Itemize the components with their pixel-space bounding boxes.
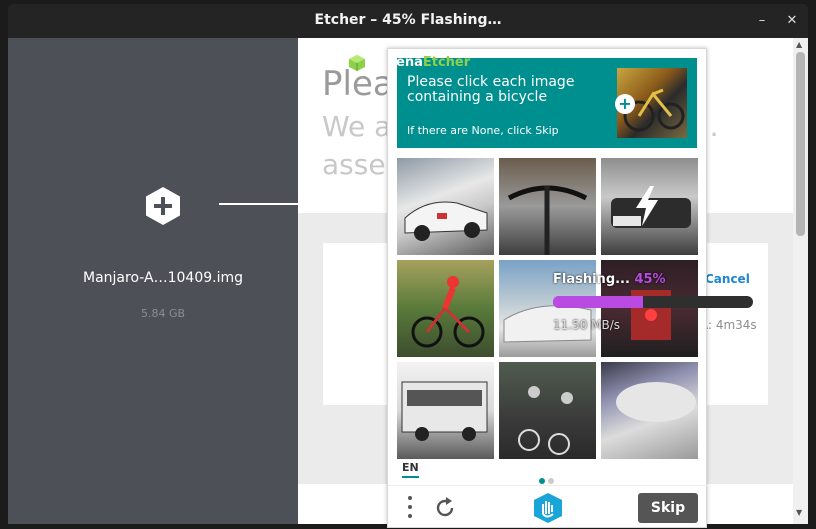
brand-label: enaEtcher xyxy=(396,55,470,70)
plus-hex-icon[interactable] xyxy=(143,186,183,226)
captcha-tile[interactable] xyxy=(397,158,494,255)
lightning-icon xyxy=(636,186,658,226)
vertical-dots-icon[interactable] xyxy=(408,496,412,520)
add-icon[interactable]: + xyxy=(615,94,635,114)
flash-status: Flashing... 45% xyxy=(553,272,666,287)
flash-status-text: Flashing... xyxy=(553,272,630,287)
captcha-tile[interactable] xyxy=(397,362,494,459)
captcha-prompt: Please click each image containing a bic… xyxy=(407,74,575,105)
scroll-up-icon[interactable]: ▲ xyxy=(796,40,802,49)
page-dot-active xyxy=(539,478,545,484)
page-dot xyxy=(548,478,554,484)
image-pane: Manjaro-A…10409.img 5.84 GB xyxy=(8,38,299,524)
cyclists-group-image xyxy=(518,386,573,455)
car-hood-image xyxy=(616,382,696,422)
subheading-start: We a xyxy=(322,110,392,143)
scrollbar-thumb[interactable] xyxy=(796,52,805,236)
flash-speed: 11.50 MB/s xyxy=(553,318,621,332)
refresh-icon[interactable] xyxy=(433,496,457,520)
flash-progress-fill xyxy=(553,296,643,308)
scrollbar[interactable]: ▲ ▼ xyxy=(793,38,808,524)
race-car-image xyxy=(404,201,488,241)
brand-prefix: ena xyxy=(396,55,423,70)
minimize-button[interactable]: – xyxy=(752,11,772,31)
bus-image xyxy=(401,381,488,441)
skip-button[interactable]: Skip xyxy=(638,493,698,523)
hand-icon[interactable] xyxy=(531,492,565,524)
captcha-footer: Skip xyxy=(388,485,708,529)
captcha-hint: If there are None, click Skip xyxy=(407,124,559,137)
image-size: 5.84 GB xyxy=(140,307,186,320)
cancel-button[interactable]: Cancel xyxy=(705,272,750,286)
handlebar-image xyxy=(507,185,588,255)
cube-icon xyxy=(349,55,365,71)
step-connector xyxy=(219,203,299,205)
image-name: Manjaro-A…10409.img xyxy=(83,270,243,286)
flash-percent: 45% xyxy=(634,272,666,287)
scroll-down-icon[interactable]: ▼ xyxy=(796,508,802,517)
title-bar: Etcher – 45% Flashing… – ✕ xyxy=(8,4,808,38)
captcha-tile[interactable] xyxy=(397,260,494,357)
language-selector[interactable]: EN xyxy=(402,461,419,478)
captcha-tile[interactable] xyxy=(499,158,596,255)
cyclist-image xyxy=(411,276,485,348)
captcha-dialog: Please click each image containing a bic… xyxy=(387,48,708,529)
close-button[interactable]: ✕ xyxy=(782,11,802,31)
flash-progress-bar xyxy=(553,296,753,308)
content-subheading-line2: asse xyxy=(322,148,386,181)
window-title: Etcher – 45% Flashing… xyxy=(314,12,502,28)
captcha-tile[interactable] xyxy=(499,362,596,459)
brand-suffix: Etcher xyxy=(422,55,471,70)
captcha-header: Please click each image containing a bic… xyxy=(397,58,697,148)
captcha-tile[interactable] xyxy=(601,362,698,459)
